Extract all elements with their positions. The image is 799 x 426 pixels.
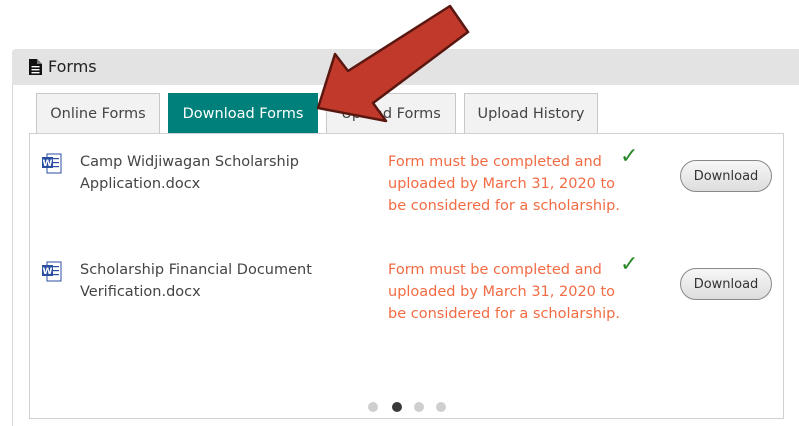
pager-dot[interactable] bbox=[368, 402, 378, 412]
pager-dot[interactable] bbox=[436, 402, 446, 412]
list-item: W Scholarship Financial Document Verific… bbox=[30, 252, 783, 366]
svg-text:W: W bbox=[43, 267, 53, 277]
panel-title: Forms bbox=[48, 57, 97, 76]
file-name[interactable]: Scholarship Financial Document Verificat… bbox=[80, 259, 380, 303]
svg-text:W: W bbox=[43, 159, 53, 169]
checkmark-icon: ✓ bbox=[620, 252, 639, 277]
tab-download-forms[interactable]: Download Forms bbox=[168, 93, 318, 133]
tab-upload-history[interactable]: Upload History bbox=[464, 93, 598, 133]
tab-online-forms[interactable]: Online Forms bbox=[36, 93, 160, 133]
document-icon bbox=[29, 59, 42, 75]
tab-upload-forms[interactable]: Upload Forms bbox=[326, 93, 456, 133]
carousel-pager bbox=[368, 402, 458, 414]
file-name[interactable]: Camp Widjiwagan Scholarship Application.… bbox=[80, 151, 380, 195]
deadline-notice: Form must be completed and uploaded by M… bbox=[388, 154, 620, 214]
deadline-notice: Form must be completed and uploaded by M… bbox=[388, 262, 620, 322]
download-button[interactable]: Download bbox=[680, 268, 772, 300]
checkmark-icon: ✓ bbox=[620, 144, 639, 169]
pager-dot-active[interactable] bbox=[392, 402, 402, 412]
download-button[interactable]: Download bbox=[680, 160, 772, 192]
word-document-icon[interactable]: W bbox=[41, 153, 63, 175]
panel-header: Forms bbox=[12, 49, 799, 86]
forms-list: W Camp Widjiwagan Scholarship Applicatio… bbox=[29, 133, 784, 419]
pager-dot[interactable] bbox=[414, 402, 424, 412]
word-document-icon[interactable]: W bbox=[41, 261, 63, 283]
list-item: W Camp Widjiwagan Scholarship Applicatio… bbox=[30, 144, 783, 258]
